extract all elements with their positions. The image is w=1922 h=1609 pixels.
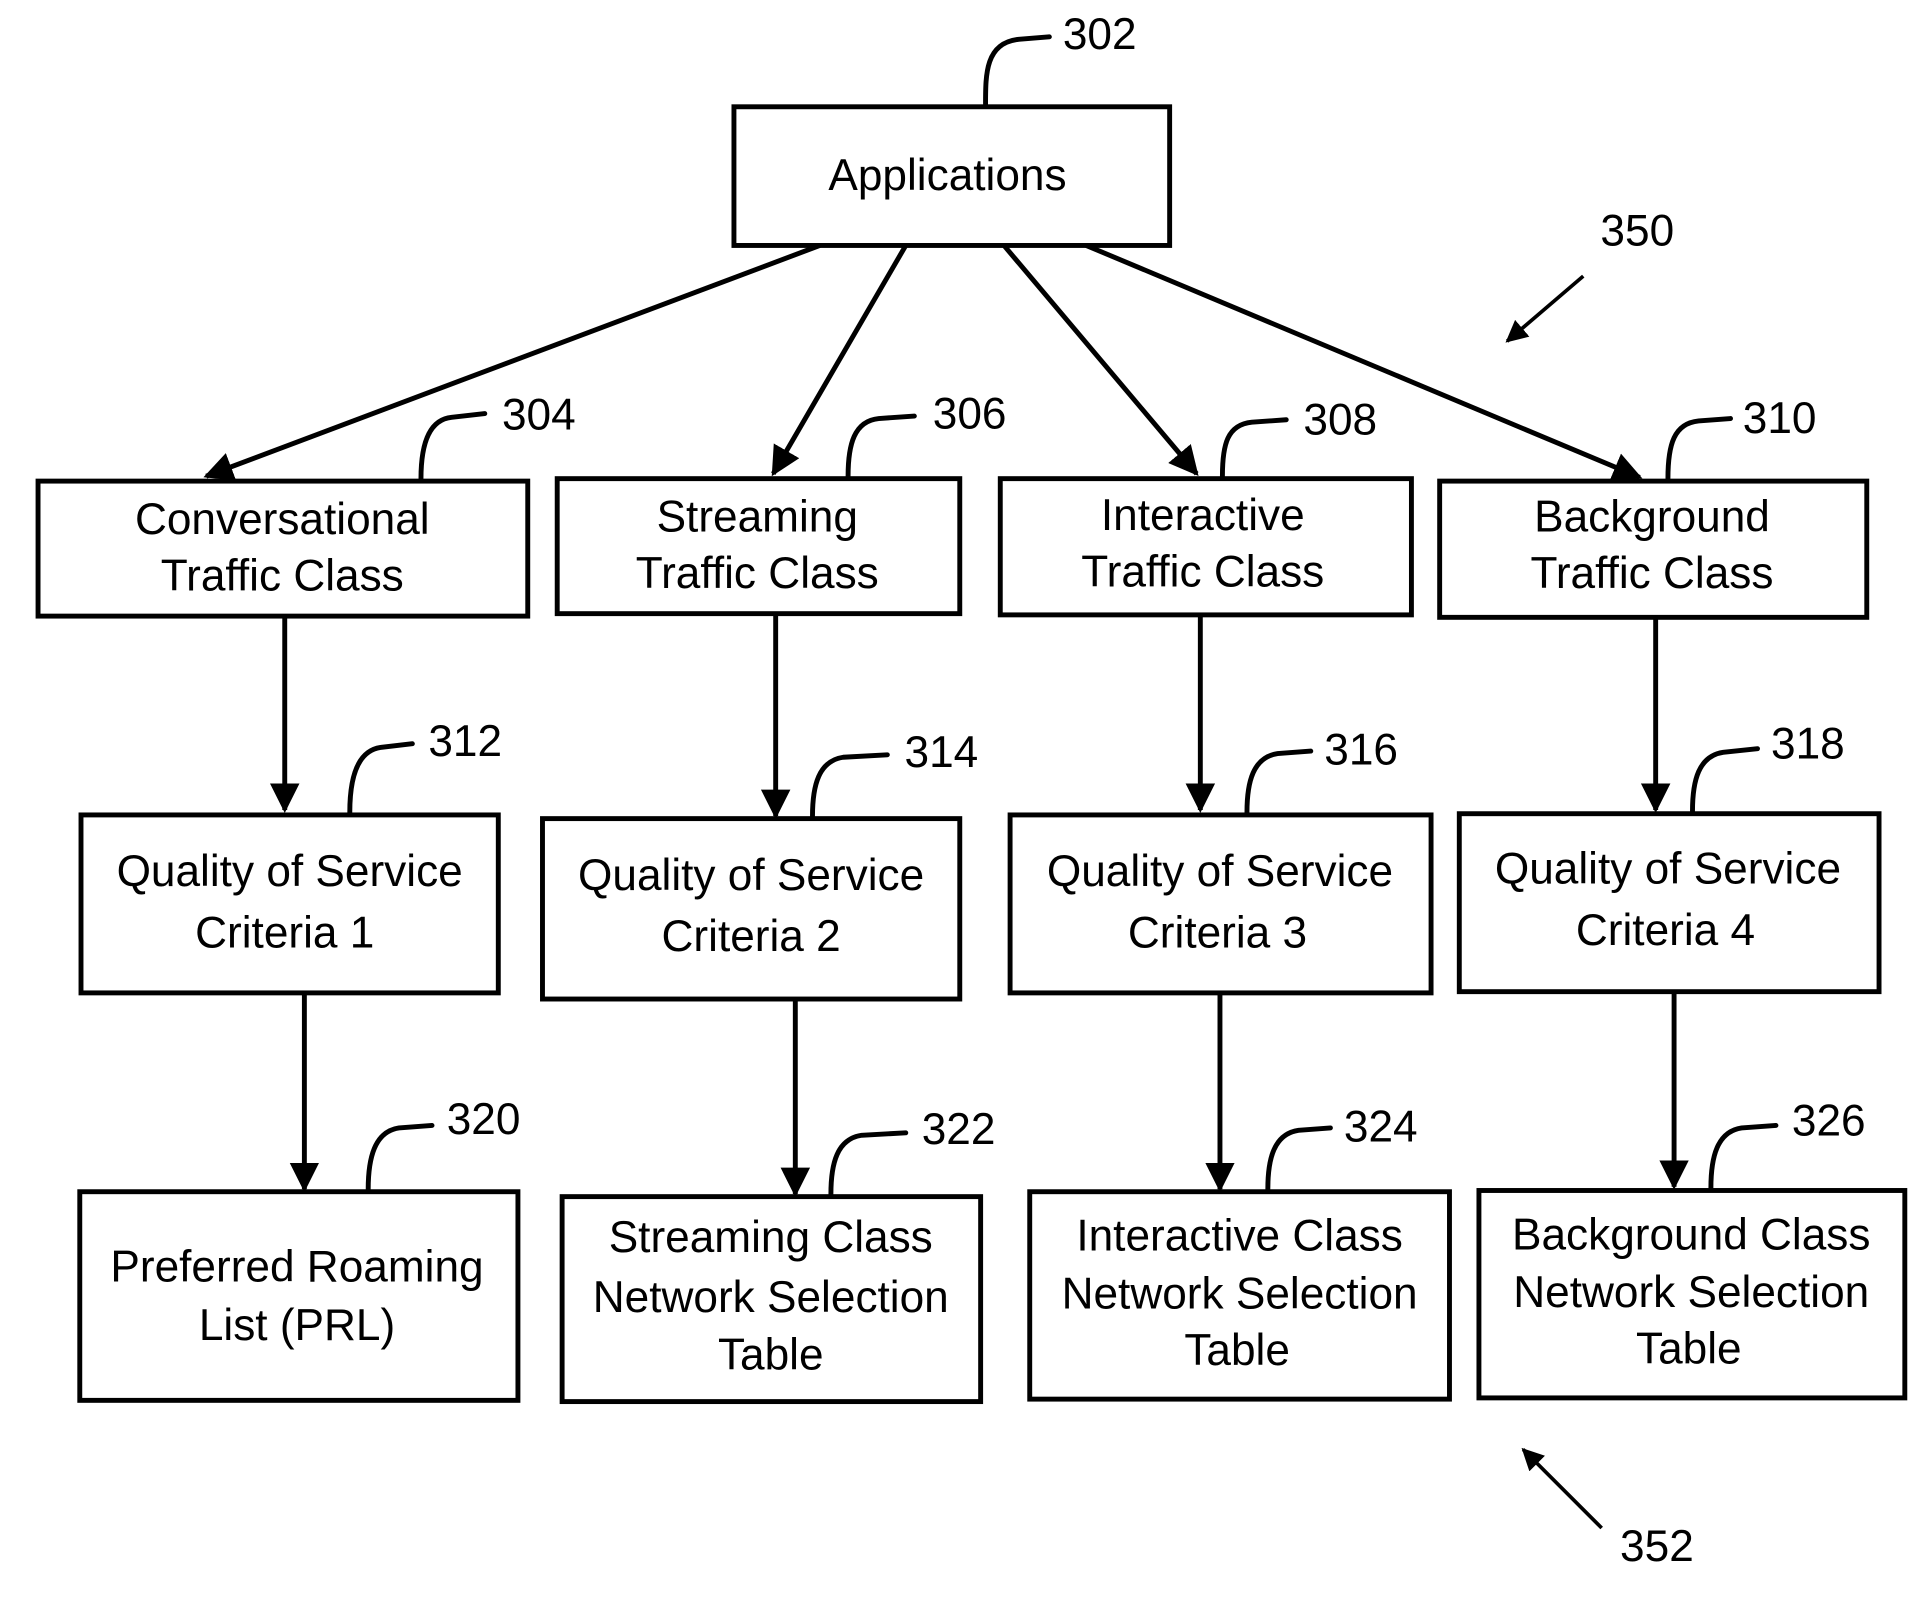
table-background: Background Class Network Selection Table… xyxy=(1476,1096,1908,1401)
streaming-table-line-2: Network Selection xyxy=(593,1273,949,1322)
table-streaming: Streaming Class Network Selection 322 Ta… xyxy=(559,1105,996,1405)
traffic-class-background: Background Traffic Class 310 xyxy=(1437,394,1870,620)
conversational-line-2: Traffic Class xyxy=(161,551,404,600)
ref-label-350: 350 xyxy=(1600,206,1674,255)
qos-network-selection-diagram: Applications 302 350 Conversational Traf… xyxy=(35,10,1908,1571)
prl-box xyxy=(77,1189,521,1403)
qos4-line-1: Quality of Service xyxy=(1495,845,1841,894)
background-table-line-3: Table xyxy=(1636,1325,1742,1374)
ref-label-304: 304 xyxy=(502,391,576,440)
background-table-line-1: Background Class xyxy=(1512,1210,1870,1259)
streaming-table-line-1: Streaming Class xyxy=(609,1213,933,1262)
streaming-line-1: Streaming xyxy=(657,492,858,541)
background-line-1: Background xyxy=(1534,492,1770,541)
qos2-box xyxy=(540,816,963,1002)
qos-criteria-3: Quality of Service Criteria 3 316 xyxy=(1007,726,1434,996)
ref-label-322: 322 xyxy=(922,1105,996,1154)
pointer-arrow-352 xyxy=(1521,1447,1603,1530)
qos3-box xyxy=(1007,812,1434,996)
ref-leader-324 xyxy=(1265,1125,1333,1192)
ref-label-324: 324 xyxy=(1344,1102,1418,1151)
traffic-class-streaming: Streaming Traffic Class 306 xyxy=(554,389,1007,617)
streaming-line-2: Traffic Class xyxy=(636,549,879,598)
ref-leader-316 xyxy=(1244,748,1314,815)
qos4-line-2: Criteria 4 xyxy=(1576,906,1755,955)
ref-label-312: 312 xyxy=(428,717,502,766)
interactive-line-2: Traffic Class xyxy=(1081,548,1324,597)
interactive-table-line-3: Table xyxy=(1184,1326,1290,1375)
pointer-arrow-350 xyxy=(1505,274,1585,343)
ref-leader-326 xyxy=(1708,1122,1779,1191)
qos2-line-2: Criteria 2 xyxy=(662,912,841,961)
ref-leader-318 xyxy=(1690,746,1760,814)
ref-label-308: 308 xyxy=(1303,395,1377,444)
streaming-table-line-3: Table xyxy=(718,1331,824,1380)
ref-label-316: 316 xyxy=(1324,726,1398,775)
ref-label-310: 310 xyxy=(1743,394,1817,443)
qos3-line-2: Criteria 3 xyxy=(1128,908,1307,957)
interactive-table-line-1: Interactive Class xyxy=(1076,1212,1403,1261)
qos-criteria-2: Quality of Service Criteria 2 314 xyxy=(540,728,979,1002)
ref-label-318: 318 xyxy=(1771,719,1845,768)
conversational-line-1: Conversational xyxy=(135,495,430,544)
qos1-line-2: Criteria 1 xyxy=(195,908,374,957)
background-table-line-2: Network Selection xyxy=(1513,1268,1869,1317)
ref-leader-302 xyxy=(983,34,1052,107)
ref-label-302: 302 xyxy=(1063,10,1137,59)
qos2-line-1: Quality of Service xyxy=(578,851,924,900)
prl-line-2: List (PRL) xyxy=(199,1301,395,1350)
ref-leader-310 xyxy=(1665,416,1733,482)
ref-leader-312 xyxy=(347,741,415,815)
ref-label-306: 306 xyxy=(933,389,1007,438)
qos1-box xyxy=(78,812,501,996)
prl-line-1: Preferred Roaming xyxy=(110,1242,483,1291)
qos4-box xyxy=(1456,811,1882,995)
ref-leader-308 xyxy=(1219,417,1289,479)
table-prl: Preferred Roaming List (PRL) 320 xyxy=(77,1095,521,1403)
edge-applications-to-streaming xyxy=(771,244,908,477)
ref-label-314: 314 xyxy=(905,728,979,777)
qos-criteria-4: Quality of Service Criteria 4 318 xyxy=(1456,719,1882,995)
ref-label-352: 352 xyxy=(1620,1522,1694,1571)
qos3-line-1: Quality of Service xyxy=(1047,847,1393,896)
background-line-2: Traffic Class xyxy=(1530,549,1773,598)
qos-criteria-1: Quality of Service Criteria 1 312 xyxy=(78,717,502,996)
traffic-class-conversational: Conversational Traffic Class 304 xyxy=(35,391,576,619)
interactive-line-1: Interactive xyxy=(1101,491,1305,540)
ref-leader-304 xyxy=(418,411,488,482)
edge-applications-to-conversational xyxy=(203,243,821,481)
ref-leader-306 xyxy=(845,413,917,479)
ref-leader-320 xyxy=(365,1122,435,1192)
qos1-line-1: Quality of Service xyxy=(117,847,463,896)
ref-leader-314 xyxy=(810,752,890,819)
traffic-class-interactive: Interactive Traffic Class 308 xyxy=(997,395,1414,618)
group-ref-350: 350 xyxy=(1505,206,1674,343)
table-interactive: Interactive Class Network Selection Tabl… xyxy=(1027,1102,1452,1402)
group-ref-352: 352 xyxy=(1521,1447,1694,1571)
interactive-table-line-2: Network Selection xyxy=(1062,1269,1418,1318)
ref-leader-322 xyxy=(828,1130,909,1197)
applications-label: Applications xyxy=(828,151,1066,200)
ref-label-326: 326 xyxy=(1792,1096,1866,1145)
ref-label-320: 320 xyxy=(447,1095,521,1144)
applications-node: Applications 302 xyxy=(731,10,1173,248)
